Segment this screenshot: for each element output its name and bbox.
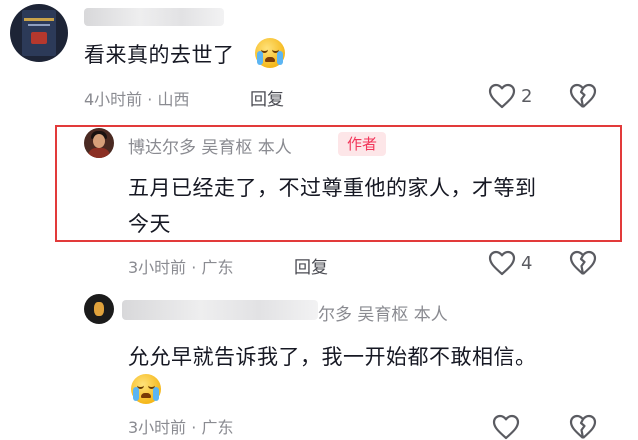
like-count: 2	[521, 86, 533, 107]
heart-outline-icon[interactable]	[488, 250, 516, 276]
comment-text-line2: 今天	[128, 212, 171, 236]
reply-button[interactable]: 回复	[250, 85, 284, 110]
comment-meta: 3小时前 · 广东	[128, 258, 234, 277]
reply-button[interactable]: 回复	[294, 253, 328, 278]
comment-text: 看来真的去世了	[84, 43, 235, 67]
heart-outline-icon[interactable]	[488, 83, 516, 109]
commenter-avatar[interactable]	[10, 4, 68, 62]
broken-heart-icon[interactable]	[569, 250, 597, 276]
comment-text: 允允早就告诉我了，我一开始都不敢相信。	[128, 345, 537, 369]
crying-face-icon	[255, 38, 285, 68]
author-username[interactable]: 博达尔多 吴育枢 本人	[128, 133, 292, 158]
heart-outline-icon[interactable]	[492, 414, 520, 440]
reply-target-username[interactable]: 尔多 吴育枢 本人	[318, 300, 448, 325]
author-badge: 作者	[338, 132, 386, 156]
like-count: 4	[521, 253, 533, 274]
comment-meta: 4小时前 · 山西	[84, 90, 190, 109]
crying-face-icon	[131, 374, 161, 404]
author-avatar[interactable]	[84, 128, 114, 158]
commenter-avatar[interactable]	[84, 294, 114, 324]
blurred-username	[122, 300, 318, 320]
blurred-username	[84, 8, 224, 26]
avatar-poster-image	[22, 10, 56, 56]
comment-text-line1: 五月已经走了，不过尊重他的家人，才等到	[128, 176, 537, 200]
broken-heart-icon[interactable]	[569, 414, 597, 440]
broken-heart-icon[interactable]	[569, 83, 597, 109]
comment-meta: 3小时前 · 广东	[128, 418, 234, 437]
